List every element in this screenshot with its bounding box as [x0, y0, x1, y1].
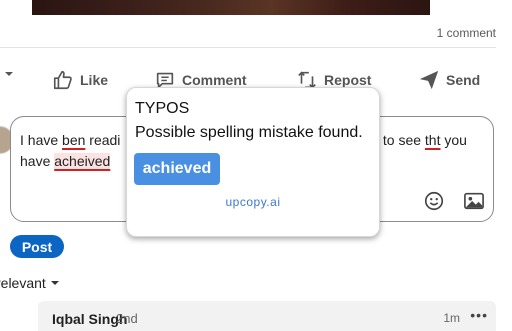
misspelled-word[interactable]: tht: [425, 132, 441, 148]
spellcheck-popup: TYPOS Possible spelling mistake found. a…: [126, 87, 380, 237]
misspelled-word[interactable]: ben: [62, 132, 85, 148]
popup-title: TYPOS: [135, 100, 190, 117]
misspelled-word-active[interactable]: acheived: [54, 153, 111, 169]
send-button[interactable]: Send: [418, 64, 480, 96]
more-options-icon[interactable]: •••: [470, 307, 488, 323]
paper-plane-icon: [419, 70, 439, 90]
like-button[interactable]: Like: [52, 64, 108, 96]
text-segment: you: [440, 132, 467, 148]
brand-link[interactable]: upcopy.ai: [127, 195, 379, 209]
text-segment: I have: [20, 132, 63, 148]
post-button[interactable]: Post: [10, 235, 64, 258]
comment-count-link[interactable]: 1 comment: [437, 26, 496, 40]
smiley-icon[interactable]: [423, 190, 445, 212]
connection-degree: 2nd: [116, 311, 138, 326]
send-label: Send: [446, 72, 481, 88]
divider: [0, 47, 496, 48]
like-label: Like: [80, 72, 109, 88]
post-image: [32, 0, 430, 15]
text-segment: have: [20, 153, 55, 169]
comment-label: Comment: [182, 72, 247, 88]
popup-message: Possible spelling mistake found.: [135, 124, 363, 141]
comment-timestamp: 1m: [443, 311, 460, 325]
comment-text-line1: I have ben readi: [20, 131, 120, 149]
comment-text-line1-end: y to see tht you: [372, 131, 467, 149]
repost-label: Repost: [324, 72, 372, 88]
sort-dropdown[interactable]: relevant: [0, 275, 60, 291]
sort-label: relevant: [0, 275, 46, 291]
text-segment: readi: [85, 132, 121, 148]
thumbs-up-icon: [53, 70, 72, 90]
chevron-down-icon: [50, 281, 59, 285]
comment-item: Iqbal Singh 2nd 1m •••: [38, 301, 496, 331]
image-icon[interactable]: [463, 191, 485, 211]
comment-text-line2: have acheived: [20, 152, 111, 170]
suggestion-button[interactable]: achieved: [134, 153, 220, 185]
